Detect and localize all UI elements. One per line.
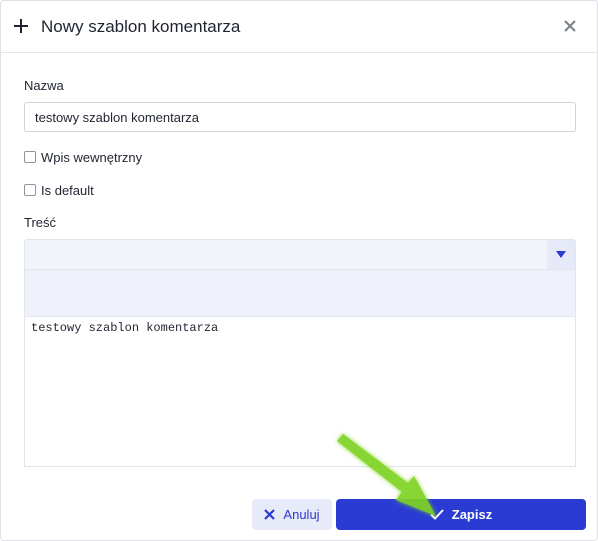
save-button-label: Zapisz [451, 507, 493, 522]
name-input[interactable] [24, 102, 576, 132]
content-format-select[interactable] [24, 239, 576, 270]
dialog-header: Nowy szablon komentarza [1, 1, 597, 53]
close-icon[interactable] [563, 19, 577, 33]
internal-entry-label[interactable]: Wpis wewnętrzny [41, 150, 142, 165]
content-label: Treść [24, 215, 57, 230]
internal-entry-row[interactable]: Wpis wewnętrzny [24, 149, 142, 165]
plus-icon [14, 19, 28, 33]
x-icon [264, 509, 276, 520]
check-icon [430, 509, 444, 520]
select-dropdown-button[interactable] [547, 240, 575, 269]
caret-down-icon [556, 251, 566, 258]
save-button[interactable]: Zapisz [336, 499, 586, 530]
is-default-row[interactable]: Is default [24, 182, 94, 198]
cancel-button-label: Anuluj [283, 507, 320, 522]
editor-toolbar [24, 270, 576, 316]
cancel-button[interactable]: Anuluj [252, 499, 332, 530]
is-default-checkbox[interactable] [24, 184, 36, 196]
internal-entry-checkbox[interactable] [24, 151, 36, 163]
dialog-title: Nowy szablon komentarza [41, 17, 241, 36]
is-default-label[interactable]: Is default [41, 183, 94, 198]
content-editor[interactable]: testowy szablon komentarza [24, 316, 576, 467]
name-label: Nazwa [24, 78, 64, 93]
new-comment-template-dialog: Nowy szablon komentarza Nazwa Wpis wewnę… [0, 0, 598, 541]
